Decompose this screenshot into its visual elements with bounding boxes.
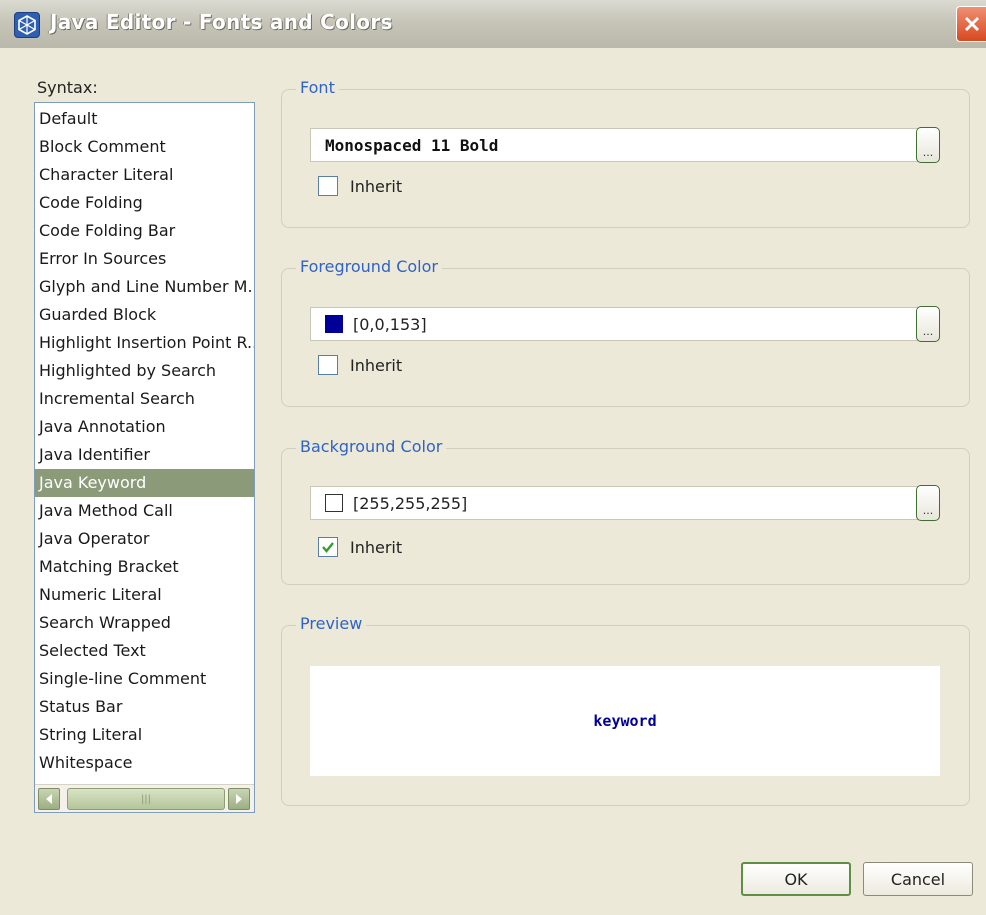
syntax-item[interactable]: Glyph and Line Number M... <box>35 273 254 301</box>
foreground-color-field[interactable]: [0,0,153] <box>310 307 918 341</box>
background-browse-button[interactable]: ... <box>916 485 940 521</box>
fonts-colors-dialog: Java Editor - Fonts and Colors Syntax: D… <box>0 0 986 915</box>
syntax-item[interactable]: Code Folding <box>35 189 254 217</box>
font-group-legend: Font <box>296 78 339 97</box>
syntax-item[interactable]: Block Comment <box>35 133 254 161</box>
background-color-value: [255,255,255] <box>353 493 468 513</box>
close-button[interactable] <box>956 6 986 42</box>
arrow-left-icon <box>46 794 52 804</box>
font-inherit-row[interactable]: Inherit <box>318 176 402 196</box>
syntax-item[interactable]: Java Annotation <box>35 413 254 441</box>
netbeans-logo-icon <box>18 15 36 35</box>
preview-group: Preview keyword <box>281 614 970 806</box>
syntax-item[interactable]: Guarded Block <box>35 301 254 329</box>
syntax-item[interactable]: Java Operator <box>35 525 254 553</box>
syntax-item[interactable]: Character Literal <box>35 161 254 189</box>
syntax-item[interactable]: Search Wrapped <box>35 609 254 637</box>
syntax-item[interactable]: Code Folding Bar <box>35 217 254 245</box>
ok-button[interactable]: OK <box>741 862 851 896</box>
foreground-color-group: Foreground Color [0,0,153] ... Inherit <box>281 257 970 407</box>
scroll-thumb[interactable]: ||| <box>67 788 225 810</box>
syntax-item[interactable]: Selected Text <box>35 637 254 665</box>
grip-icon: ||| <box>140 793 152 805</box>
syntax-item[interactable]: Java Identifier <box>35 441 254 469</box>
syntax-item[interactable]: Numeric Literal <box>35 581 254 609</box>
syntax-items: Default Block Comment Character Literal Cod… <box>35 105 254 781</box>
font-inherit-checkbox[interactable] <box>318 176 338 196</box>
horizontal-scrollbar[interactable]: ||| <box>35 784 254 812</box>
syntax-item[interactable]: Single-line Comment <box>35 665 254 693</box>
foreground-inherit-checkbox[interactable] <box>318 355 338 375</box>
window-title: Java Editor - Fonts and Colors <box>50 10 393 34</box>
preview-legend: Preview <box>296 614 367 633</box>
checkmark-icon <box>322 542 334 553</box>
syntax-item[interactable]: Incremental Search <box>35 385 254 413</box>
foreground-browse-button[interactable]: ... <box>916 306 940 342</box>
background-inherit-label: Inherit <box>350 537 403 557</box>
arrow-right-icon <box>236 794 242 804</box>
syntax-item[interactable]: Highlighted by Search <box>35 357 254 385</box>
font-value: Monospaced 11 Bold <box>325 135 499 155</box>
syntax-item[interactable]: Status Bar <box>35 693 254 721</box>
background-inherit-row[interactable]: Inherit <box>318 537 402 557</box>
foreground-inherit-label: Inherit <box>350 355 403 375</box>
background-color-field[interactable]: [255,255,255] <box>310 486 918 520</box>
syntax-item[interactable]: Whitespace <box>35 749 254 777</box>
syntax-item[interactable]: Highlight Insertion Point R... <box>35 329 254 357</box>
background-color-group: Background Color [255,255,255] ... Inher… <box>281 437 970 585</box>
syntax-item[interactable]: Default <box>35 105 254 133</box>
syntax-item[interactable]: Matching Bracket <box>35 553 254 581</box>
foreground-inherit-row[interactable]: Inherit <box>318 355 402 375</box>
syntax-item[interactable]: Java Keyword <box>35 469 254 497</box>
syntax-item[interactable]: String Literal <box>35 721 254 749</box>
font-browse-button[interactable]: ... <box>916 127 940 163</box>
foreground-color-value: [0,0,153] <box>353 314 427 334</box>
syntax-label: Syntax: <box>37 78 98 97</box>
font-inherit-label: Inherit <box>350 176 403 196</box>
preview-text: keyword <box>593 712 657 730</box>
syntax-item[interactable]: Error In Sources <box>35 245 254 273</box>
close-icon <box>964 16 979 32</box>
scroll-right-button[interactable] <box>228 788 250 810</box>
background-inherit-checkbox[interactable] <box>318 537 338 557</box>
foreground-color-legend: Foreground Color <box>296 257 442 276</box>
font-group: Font Monospaced 11 Bold ... Inherit <box>281 78 970 228</box>
title-bar[interactable]: Java Editor - Fonts and Colors <box>0 0 986 48</box>
syntax-item[interactable]: Java Method Call <box>35 497 254 525</box>
cancel-button[interactable]: Cancel <box>863 862 973 896</box>
foreground-color-swatch <box>325 315 343 333</box>
font-field[interactable]: Monospaced 11 Bold <box>310 128 918 162</box>
preview-area: keyword <box>310 666 940 776</box>
background-color-legend: Background Color <box>296 437 447 456</box>
scroll-left-button[interactable] <box>38 788 60 810</box>
background-color-swatch <box>325 494 343 512</box>
syntax-list[interactable]: Default Block Comment Character Literal Cod… <box>34 102 255 813</box>
app-icon <box>14 12 40 38</box>
